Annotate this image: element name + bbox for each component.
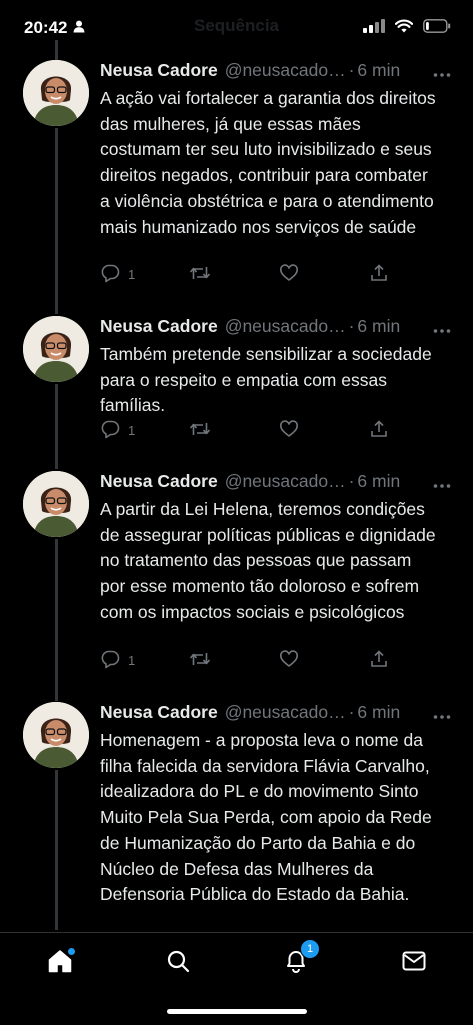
tweet-header: Neusa Cadore @neusacado… · 6 min — [100, 314, 455, 338]
retweet-icon — [189, 263, 211, 286]
home-indicator — [167, 1009, 307, 1014]
retweet-icon — [189, 649, 211, 672]
tweet-time[interactable]: 6 min — [357, 60, 400, 81]
separator-dot: · — [348, 470, 355, 491]
heart-icon — [279, 649, 299, 672]
reply-count: 1 — [128, 423, 136, 438]
more-options-icon[interactable] — [433, 62, 451, 83]
tweet-time[interactable]: 6 min — [357, 471, 400, 492]
nav-home[interactable] — [40, 943, 80, 983]
author-handle[interactable]: @neusacado… — [225, 316, 346, 337]
share-button[interactable] — [369, 263, 389, 286]
tweet-time[interactable]: 6 min — [357, 316, 400, 337]
reply-icon — [100, 419, 120, 442]
retweet-button[interactable] — [189, 649, 211, 672]
notification-badge: 1 — [300, 939, 320, 959]
nav-search[interactable] — [158, 943, 198, 983]
like-button[interactable] — [279, 649, 299, 672]
author-handle[interactable]: @neusacado… — [225, 702, 346, 723]
like-button[interactable] — [279, 419, 299, 442]
reply-button[interactable]: 1 — [100, 649, 135, 672]
tweet-actions: 1 — [100, 419, 400, 443]
tweet-actions: 1 — [100, 649, 400, 673]
share-button[interactable] — [369, 419, 389, 442]
nav-notifications[interactable]: 1 — [276, 939, 320, 983]
retweet-button[interactable] — [189, 419, 211, 442]
reply-button[interactable]: 1 — [100, 419, 135, 442]
tweet-header: Neusa Cadore @neusacado… · 6 min — [100, 58, 455, 82]
tweet-header: Neusa Cadore @neusacado… · 6 min — [100, 700, 455, 724]
avatar[interactable] — [23, 316, 89, 382]
reply-icon — [100, 263, 120, 286]
thread-connector — [55, 770, 58, 930]
retweet-icon — [189, 419, 211, 442]
tweet-time[interactable]: 6 min — [357, 702, 400, 723]
messages-envelope-icon — [402, 951, 426, 976]
reply-icon — [100, 649, 120, 672]
author-name[interactable]: Neusa Cadore — [100, 702, 218, 723]
avatar[interactable] — [23, 471, 89, 537]
more-options-icon[interactable] — [433, 704, 451, 725]
share-icon — [369, 263, 389, 286]
tweet-text: A partir da Lei Helena, teremos condiçõe… — [100, 499, 436, 622]
separator-dot: · — [348, 59, 355, 80]
share-icon — [369, 649, 389, 672]
tweet-text: Homenagem - a proposta leva o nome da fi… — [100, 730, 432, 905]
author-handle[interactable]: @neusacado… — [225, 471, 346, 492]
author-name[interactable]: Neusa Cadore — [100, 60, 218, 81]
tweet-header: Neusa Cadore @neusacado… · 6 min — [100, 469, 455, 493]
more-options-icon[interactable] — [433, 473, 451, 494]
search-icon — [166, 949, 190, 978]
author-name[interactable]: Neusa Cadore — [100, 471, 218, 492]
thread-connector — [55, 539, 58, 701]
nav-messages[interactable] — [394, 943, 434, 983]
thread-connector — [55, 384, 58, 469]
separator-dot: · — [348, 701, 355, 722]
reply-count: 1 — [128, 653, 136, 668]
reply-button[interactable]: 1 — [100, 263, 135, 286]
share-button[interactable] — [369, 649, 389, 672]
author-name[interactable]: Neusa Cadore — [100, 316, 218, 337]
share-icon — [369, 419, 389, 442]
heart-icon — [279, 263, 299, 286]
thread-connector — [55, 128, 58, 314]
separator-dot: · — [348, 315, 355, 336]
heart-icon — [279, 419, 299, 442]
tweet-actions: 1 — [100, 263, 400, 287]
like-button[interactable] — [279, 263, 299, 286]
reply-count: 1 — [128, 267, 136, 282]
author-handle[interactable]: @neusacado… — [225, 60, 346, 81]
tweet-text: Também pretende sensibilizar a sociedade… — [100, 344, 432, 416]
more-options-icon[interactable] — [433, 318, 451, 339]
retweet-button[interactable] — [189, 263, 211, 286]
home-new-dot — [68, 948, 75, 955]
tweet-text: A ação vai fortalecer a garantia dos dir… — [100, 88, 436, 237]
avatar[interactable] — [23, 60, 89, 126]
thread-connector — [55, 40, 58, 60]
avatar[interactable] — [23, 702, 89, 768]
thread-timeline[interactable]: Neusa Cadore @neusacado… · 6 min A ação … — [0, 0, 473, 1024]
